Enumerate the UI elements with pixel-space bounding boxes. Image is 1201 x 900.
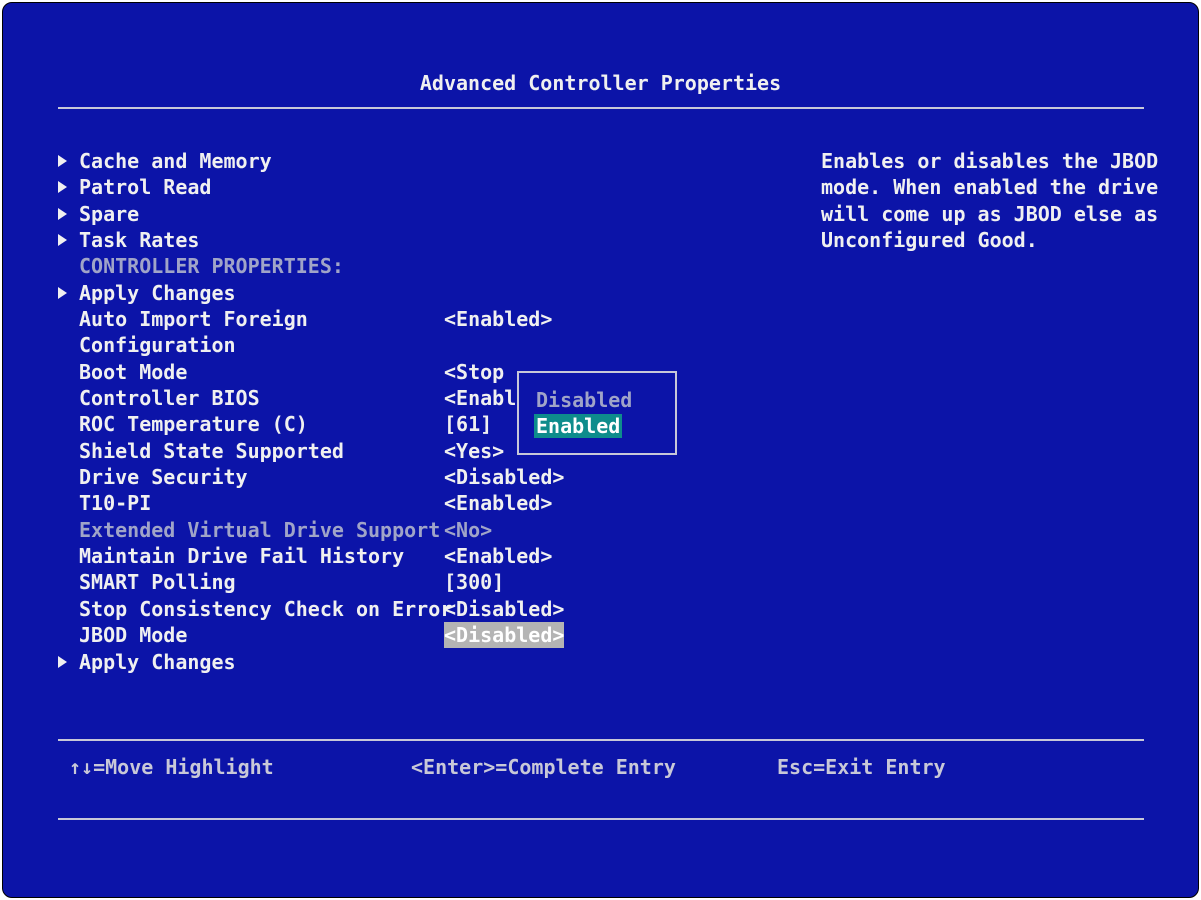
submenu-arrow-icon [58,155,67,167]
setting-label-drive-security: Drive Security [79,465,248,489]
setting-value-auto-import-foreign[interactable]: <Enabled> [444,306,552,332]
submenu-arrow-icon [58,208,67,220]
setting-value-roc-temperature: [61] [444,412,493,436]
help-text-line-2: mode. When enabled the drive [821,175,1159,199]
option-enabled[interactable]: Enabled [534,414,623,438]
page-title: Advanced Controller Properties [419,71,782,95]
footer-divider-top [58,739,1144,741]
apply-changes-link-top[interactable]: Apply Changes [79,280,236,306]
setting-value-drive-security[interactable]: <Disabled> [444,464,564,490]
setting-value-boot-mode[interactable]: <Stop [444,359,504,385]
setting-label-extended-vd-support: Extended Virtual Drive Support [79,518,441,542]
menu-link-patrol-read[interactable]: Patrol Read [79,174,211,200]
setting-label-boot-mode: Boot Mode [79,360,188,384]
menu-link-spare[interactable]: Spare [79,201,139,227]
apply-changes-link-bottom[interactable]: Apply Changes [79,649,236,675]
setting-label-roc-temperature: ROC Temperature (C) [79,412,308,436]
help-text-line-4: Unconfigured Good. [821,228,1038,252]
setting-label-stop-cc-on-error: Stop Consistency Check on Error [79,597,453,621]
setting-value-t10-pi[interactable]: <Enabled> [444,490,552,516]
setting-value-smart-polling[interactable]: [300] [444,569,504,595]
setting-label-jbod-mode: JBOD Mode [79,623,188,647]
footer-hint-move-highlight: ↑↓=Move Highlight [69,755,274,779]
help-text-line-1: Enables or disables the JBOD [821,149,1159,173]
footer-divider-bottom [58,818,1144,820]
submenu-arrow-icon [58,181,67,193]
footer-hint-complete-entry: <Enter>=Complete Entry [411,755,676,779]
section-header-controller-properties: CONTROLLER PROPERTIES: [79,254,344,278]
setting-label-auto-import-foreign-cont: Configuration [79,333,236,357]
setting-label-shield-state: Shield State Supported [79,439,344,463]
submenu-arrow-icon [58,234,67,246]
setting-label-auto-import-foreign: Auto Import Foreign [79,307,308,331]
option-disabled[interactable]: Disabled [534,388,634,412]
setting-label-maintain-drive-fail-history: Maintain Drive Fail History [79,544,405,568]
setting-value-stop-cc-on-error[interactable]: <Disabled> [444,596,564,622]
setting-label-t10-pi: T10-PI [79,491,152,515]
footer-hint-exit-entry: Esc=Exit Entry [777,755,946,779]
submenu-arrow-icon [58,656,67,668]
bios-screen: Advanced Controller Properties Cache and… [2,2,1199,898]
setting-value-extended-vd-support: <No> [444,518,493,542]
jbod-mode-options-popup: Disabled Enabled [517,371,677,455]
menu-link-task-rates[interactable]: Task Rates [79,227,199,253]
help-text-line-3: will come up as JBOD else as [821,202,1159,226]
title-divider [58,107,1144,109]
setting-value-jbod-mode[interactable]: <Disabled> [444,622,565,648]
setting-value-maintain-drive-fail-history[interactable]: <Enabled> [444,543,552,569]
submenu-arrow-icon [58,287,67,299]
setting-value-controller-bios[interactable]: <Enabl [444,385,516,411]
setting-label-controller-bios: Controller BIOS [79,386,260,410]
setting-label-smart-polling: SMART Polling [79,570,236,594]
setting-value-shield-state: <Yes> [444,439,505,463]
menu-link-cache-and-memory[interactable]: Cache and Memory [79,148,272,174]
